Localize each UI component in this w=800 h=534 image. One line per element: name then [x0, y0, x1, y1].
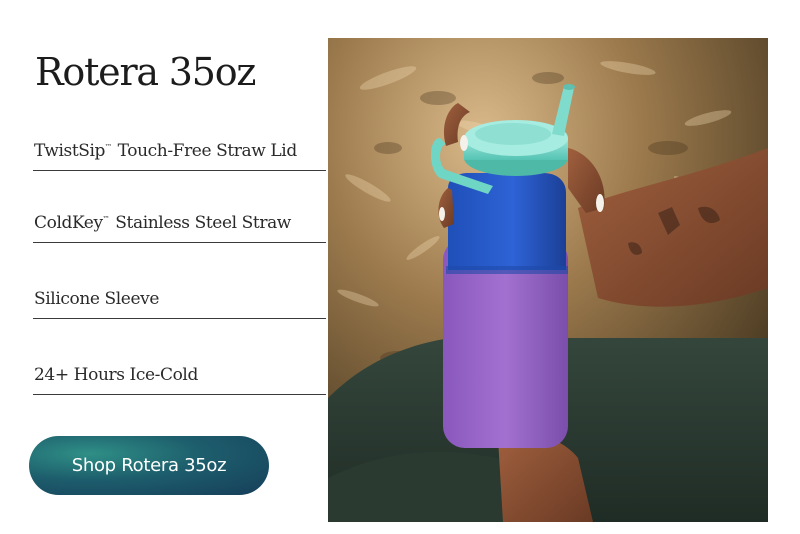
product-title: Rotera 35oz: [35, 50, 256, 94]
feature-label: TwistSip™ Touch-Free Straw Lid: [34, 141, 297, 161]
bottle-in-hands-image: [328, 38, 768, 522]
feature-item: ColdKey™ Stainless Steel Straw: [33, 195, 326, 243]
feature-label: 24+ Hours Ice-Cold: [34, 365, 198, 385]
shop-product-button[interactable]: Shop Rotera 35oz: [29, 436, 269, 495]
feature-item: Silicone Sleeve: [33, 271, 326, 319]
feature-label: Silicone Sleeve: [34, 289, 159, 309]
product-card: Rotera 35oz TwistSip™ Touch-Free Straw L…: [0, 0, 800, 534]
feature-label: ColdKey™ Stainless Steel Straw: [34, 213, 291, 233]
feature-item: TwistSip™ Touch-Free Straw Lid: [33, 120, 326, 171]
shop-button-label: Shop Rotera 35oz: [71, 455, 227, 476]
feature-item: 24+ Hours Ice-Cold: [33, 347, 326, 395]
